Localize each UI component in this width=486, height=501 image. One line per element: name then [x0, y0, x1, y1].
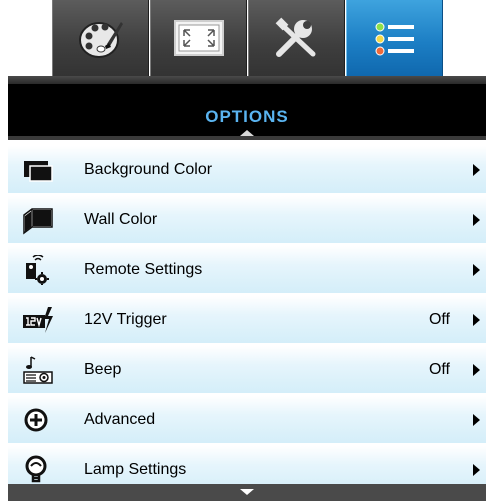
advanced-icon	[24, 408, 48, 431]
chevron-right-icon	[473, 213, 480, 226]
beep-icon	[23, 355, 53, 384]
menu-footer	[8, 484, 486, 501]
menu-item-advanced[interactable]: Advanced	[8, 396, 486, 443]
remote-settings-icon	[26, 254, 49, 285]
menu-item-beep[interactable]: Beep Off	[8, 346, 486, 393]
menu-item-wall-color[interactable]: Wall Color	[8, 196, 486, 243]
scroll-down-icon[interactable]	[240, 489, 254, 495]
options-menu-list: Background Color Wall Color Remote Setti…	[8, 146, 486, 496]
display-tab[interactable]	[150, 0, 247, 76]
title-divider	[8, 136, 486, 140]
palette-icon	[78, 22, 123, 58]
menu-item-label: 12V Trigger	[84, 310, 167, 328]
menu-item-value: Off	[428, 360, 450, 378]
menu-title: OPTIONS	[205, 107, 289, 126]
lamp-settings-icon	[25, 455, 47, 482]
wall-color-icon	[23, 207, 53, 234]
menu-item-label: Lamp Settings	[84, 460, 187, 478]
chevron-right-icon	[473, 313, 480, 326]
chevron-right-icon	[473, 413, 480, 426]
chevron-right-icon	[473, 363, 480, 376]
chevron-right-icon	[473, 463, 480, 476]
menu-title-bar: OPTIONS	[8, 84, 486, 140]
setup-tab[interactable]	[248, 0, 345, 76]
osd-menu: OPTIONS Background Color Wall Color Remo…	[0, 0, 486, 501]
chevron-right-icon	[473, 263, 480, 276]
chevron-right-icon	[473, 163, 480, 176]
menu-item-remote-settings[interactable]: Remote Settings	[8, 246, 486, 293]
options-list-icon	[375, 22, 414, 56]
background-color-icon	[24, 160, 53, 182]
menu-item-label: Remote Settings	[84, 260, 203, 278]
tab-bar	[8, 0, 486, 84]
menu-item-12v-trigger[interactable]: 12V Trigger Off	[8, 296, 486, 343]
trigger-12v-icon	[23, 306, 53, 333]
menu-item-label: Advanced	[84, 410, 156, 428]
menu-item-label: Wall Color	[84, 210, 158, 228]
menu-item-background-color[interactable]: Background Color	[8, 146, 486, 193]
menu-item-value: Off	[428, 310, 450, 328]
image-settings-tab[interactable]	[52, 0, 149, 76]
menu-item-label: Beep	[84, 360, 122, 378]
display-aspect-icon	[173, 20, 224, 56]
tools-icon	[275, 17, 315, 57]
options-tab[interactable]	[346, 0, 443, 78]
menu-item-label: Background Color	[84, 160, 213, 178]
tab-bar-divider	[8, 76, 486, 84]
